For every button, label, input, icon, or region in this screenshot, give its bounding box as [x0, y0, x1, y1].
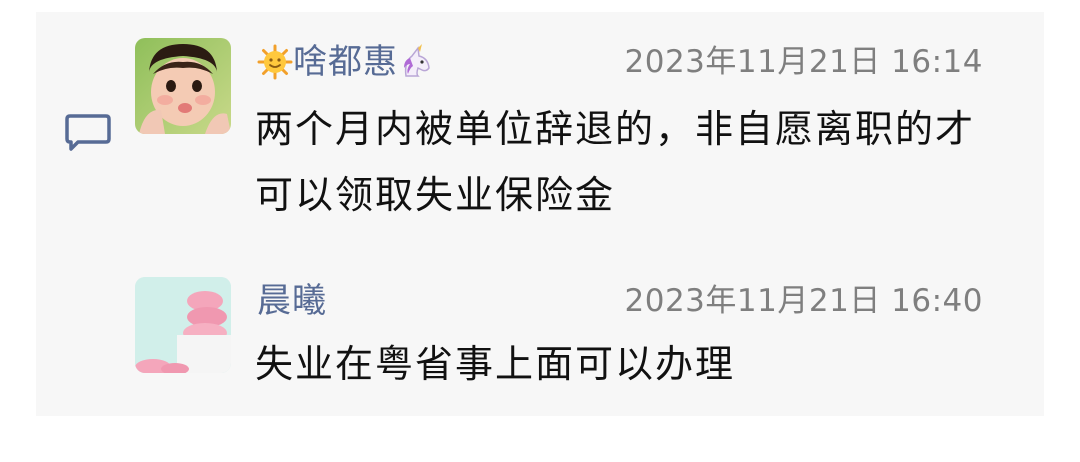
comment-icon[interactable] [64, 112, 112, 154]
comment-text: 两个月内被单位辞退的，非自愿离职的才可以领取失业保险金 [255, 107, 976, 217]
username[interactable]: 啥都惠 [293, 42, 398, 82]
avatar[interactable] [135, 38, 231, 134]
sun-emoji-icon [257, 44, 293, 80]
timestamp: 2023年11月21日 16:40 [624, 283, 983, 319]
unicorn-emoji-icon [404, 44, 430, 77]
username[interactable]: 晨曦 [257, 281, 327, 321]
comment-text: 失业在粤省事上面可以办理 [255, 342, 736, 386]
username-row[interactable]: 啥都惠 [257, 42, 434, 82]
avatar[interactable] [135, 277, 231, 373]
username-row[interactable]: 晨曦 [257, 281, 327, 321]
timestamp: 2023年11月21日 16:14 [624, 44, 983, 80]
